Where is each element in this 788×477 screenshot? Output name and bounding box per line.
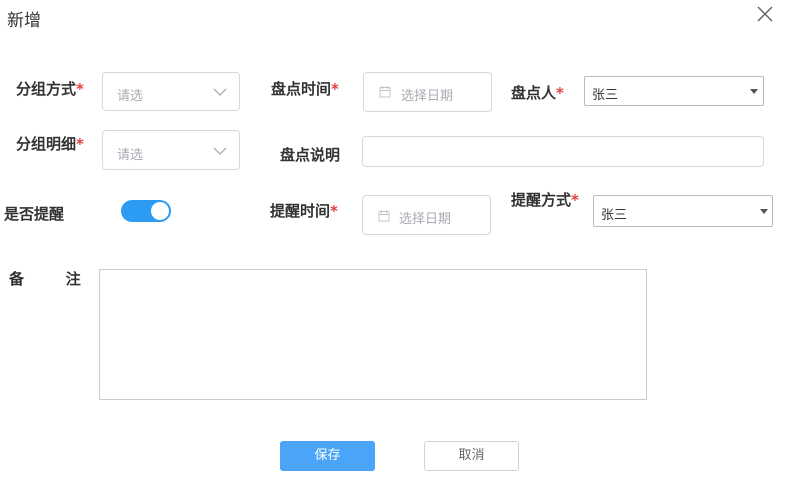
remind-method-label-text: 提醒方式 (511, 191, 572, 209)
remind-method-label: 提醒方式* (511, 189, 579, 210)
group-method-label-text: 分组方式 (16, 80, 77, 98)
remind-time-label: 提醒时间* (270, 200, 338, 221)
remind-time-label-text: 提醒时间 (270, 202, 331, 220)
calendar-icon (379, 86, 391, 98)
remind-method-select[interactable]: 张三 (593, 195, 773, 227)
checker-label-text: 盘点人 (511, 84, 557, 102)
caret-down-icon (750, 89, 758, 94)
group-detail-placeholder: 请选 (117, 148, 144, 163)
remind-time-placeholder: 选择日期 (399, 212, 452, 227)
check-time-label: 盘点时间* (271, 78, 339, 99)
cancel-button[interactable]: 取消 (424, 441, 519, 471)
required-mark: * (76, 80, 84, 98)
close-icon[interactable] (754, 3, 776, 25)
remark-textarea[interactable] (99, 269, 647, 400)
caret-down-icon (760, 209, 768, 214)
checker-select[interactable]: 张三 (584, 76, 764, 106)
chevron-down-icon (213, 88, 227, 96)
check-time-label-text: 盘点时间 (271, 80, 332, 98)
dialog-title: 新增 (7, 11, 41, 31)
required-mark: * (331, 80, 339, 98)
group-detail-select[interactable]: 请选 (102, 130, 240, 170)
checker-label: 盘点人* (511, 82, 564, 103)
remark-label: 备 注 (9, 270, 81, 288)
required-mark: * (330, 202, 338, 220)
required-mark: * (76, 135, 84, 153)
remind-method-value: 张三 (601, 208, 628, 223)
required-mark: * (571, 191, 579, 209)
group-method-placeholder: 请选 (117, 89, 144, 104)
remind-label: 是否提醒 (4, 205, 65, 223)
check-time-placeholder: 选择日期 (401, 89, 454, 104)
remind-toggle[interactable] (121, 200, 171, 222)
chevron-down-icon (213, 147, 227, 155)
check-desc-input[interactable] (362, 136, 764, 167)
group-method-select[interactable]: 请选 (102, 72, 240, 111)
group-method-label: 分组方式* (16, 78, 84, 99)
checker-value: 张三 (592, 88, 619, 103)
check-time-datepicker[interactable]: 选择日期 (363, 72, 492, 112)
group-detail-label-text: 分组明细 (16, 135, 77, 153)
remind-time-datepicker[interactable]: 选择日期 (362, 195, 491, 235)
toggle-knob (151, 202, 169, 220)
group-detail-label: 分组明细* (16, 133, 84, 154)
required-mark: * (556, 84, 564, 102)
check-desc-label: 盘点说明 (280, 146, 341, 164)
calendar-icon (378, 210, 390, 222)
save-button[interactable]: 保存 (280, 441, 375, 471)
